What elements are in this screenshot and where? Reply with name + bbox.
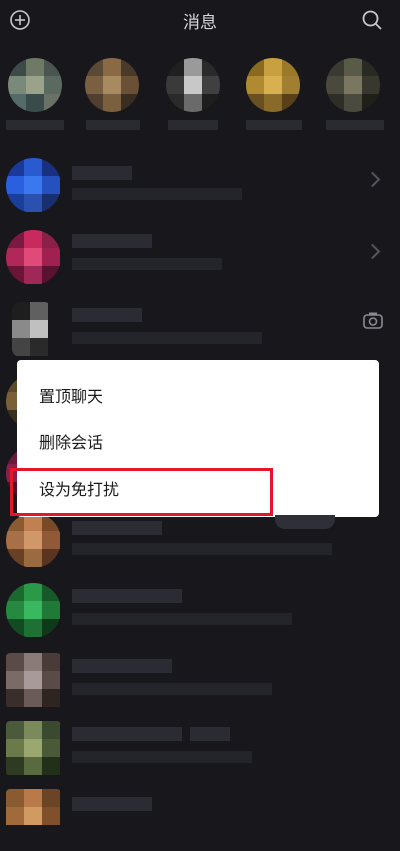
story-name [326, 120, 384, 130]
story-avatar[interactable] [85, 58, 139, 112]
chevron-right-icon [364, 171, 381, 188]
search-icon[interactable] [361, 9, 383, 31]
message-preview [72, 332, 262, 344]
avatar [6, 653, 61, 708]
story-name [6, 120, 64, 130]
avatar [6, 158, 61, 213]
story-avatar[interactable] [166, 58, 220, 112]
message-preview [72, 188, 242, 200]
camera-icon[interactable] [362, 310, 384, 332]
avatar [6, 513, 61, 568]
conversation-row[interactable] [0, 713, 400, 783]
contact-name [72, 234, 152, 248]
contact-name [72, 521, 162, 535]
top-bar: 消息 [0, 0, 400, 40]
avatar [6, 721, 61, 776]
contact-name [72, 308, 142, 322]
contact-name [72, 659, 172, 673]
menu-shadow-tab [275, 515, 335, 529]
story-name [246, 120, 302, 130]
story-avatar[interactable] [246, 58, 300, 112]
conversation-row[interactable] [0, 645, 400, 715]
contact-name [72, 727, 182, 741]
message-preview [72, 683, 272, 695]
stories-strip [0, 50, 400, 150]
avatar [6, 789, 61, 844]
message-preview [72, 613, 292, 625]
message-preview [72, 258, 222, 270]
conversation-row[interactable] [0, 781, 400, 851]
menu-item-pin-chat[interactable]: 置顶聊天 [39, 383, 103, 407]
message-preview [72, 543, 332, 555]
message-preview [72, 751, 252, 763]
highlight-box [10, 468, 273, 516]
avatar [12, 302, 52, 357]
avatar [6, 583, 61, 638]
contact-name [72, 589, 182, 603]
conversation-row[interactable] [0, 150, 400, 220]
conversation-row[interactable] [0, 575, 400, 645]
story-avatar[interactable] [326, 58, 380, 112]
conversation-row[interactable] [0, 222, 400, 292]
chevron-right-icon [364, 243, 381, 260]
story-name [86, 120, 140, 130]
avatar [6, 230, 61, 285]
contact-name [72, 797, 152, 811]
menu-item-delete-conversation[interactable]: 删除会话 [39, 429, 103, 453]
page-title: 消息 [183, 13, 217, 33]
contact-name [190, 727, 230, 741]
story-name [168, 120, 218, 130]
story-avatar[interactable] [8, 58, 62, 112]
conversation-row[interactable] [0, 294, 400, 364]
contact-name [72, 166, 132, 180]
